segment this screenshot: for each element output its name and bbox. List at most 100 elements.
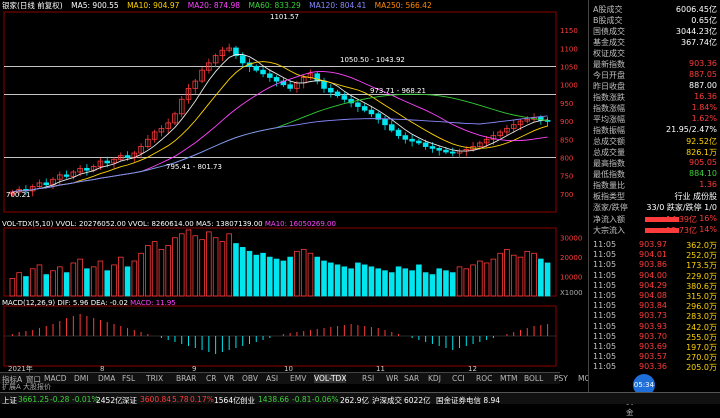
tick-time: 11:05 (593, 270, 617, 280)
tab-item[interactable]: RSI (362, 374, 374, 383)
volume-bar (97, 260, 104, 297)
volume-bar (490, 258, 497, 297)
tick-price: 903.69 (639, 342, 667, 351)
stat-label: 平均涨幅 (593, 115, 625, 124)
volume-tick-label: 30000 (560, 235, 582, 243)
tick-time: 11:05 (593, 352, 617, 362)
tick-time: 11:05 (593, 291, 617, 300)
tab-item[interactable]: DMI (74, 374, 88, 383)
ma20-line (12, 71, 548, 193)
tab-item[interactable]: FSL (122, 374, 135, 383)
candle (321, 80, 327, 89)
tab-item[interactable]: MTM (500, 374, 518, 383)
mid-val: 6022亿 (404, 396, 431, 405)
stat-label: 最高指数 (593, 159, 625, 168)
macd-legend: MACD(12,26,9) DIF: 5.96 DEA: -0.02 MACD:… (2, 300, 176, 307)
main-chart[interactable]: 700 750 800 850 900 950 1000 1050 1100 1150 10000 2… (0, 0, 588, 372)
volume-bar (104, 270, 110, 297)
stat-value: 16.36 (694, 92, 717, 101)
tab-item[interactable]: KDJ (428, 374, 441, 383)
tab-item[interactable]: PSY (554, 374, 568, 383)
volume-bar (246, 250, 253, 297)
volume-bar (355, 262, 361, 297)
cy-pct: -0.06% (312, 395, 339, 404)
stat-value: 3044.23亿 (675, 27, 717, 36)
flow-pct: 16% (699, 214, 717, 223)
tab-item[interactable]: MACD (44, 374, 66, 383)
tick-time: 11:05 (593, 311, 617, 321)
ma250-label: MA250: 566.42 (374, 1, 432, 10)
volume-bar (219, 241, 226, 297)
price-tick-label: 1000 (560, 82, 578, 90)
stat-value: 33/0 跌家/跌停 1/0 (646, 203, 717, 212)
tick-price: 904.01 (639, 250, 667, 260)
chart-title: 银家(日线 前复权) (2, 1, 63, 10)
stat-value: 92.52亿 (686, 137, 717, 146)
tab-item[interactable]: WR (386, 374, 399, 383)
stat-row: 平均涨幅 1.62% (589, 114, 720, 125)
stat-row: 最新指数 903.36 (589, 59, 720, 70)
volume-tick-label: 10000 (560, 274, 582, 282)
candle (239, 55, 246, 64)
volume-bar (524, 250, 531, 297)
candle (328, 87, 334, 93)
volume-bar (145, 245, 151, 297)
volume-bar (388, 272, 395, 297)
stat-label: 最新指数 (593, 60, 625, 69)
sz-name: 深证 (122, 396, 137, 405)
cy-val: 1438.66 (258, 395, 290, 404)
tab-item[interactable]: EMV (290, 374, 306, 383)
volume-bar (192, 235, 199, 297)
candle (409, 138, 415, 142)
vol-legend: VOL-TDX(5,10) VVOL: 20276052.00 VVOL: 82… (2, 221, 336, 228)
volume-bar (368, 266, 375, 297)
tick-price: 903.70 (639, 331, 667, 341)
extra-label[interactable]: 扩展A 大股报价 (2, 384, 51, 391)
candle (43, 182, 50, 186)
sz-val: 3600.84 (140, 395, 172, 404)
x-axis-label: 8 (100, 365, 104, 372)
sz-pct: 0.17% (190, 395, 214, 404)
sh-val: 3661.25 (18, 395, 50, 404)
price-panel-frame (3, 11, 557, 213)
volume-bar (29, 268, 36, 297)
candle (388, 124, 395, 131)
indicator-tabs: 指标A 窗口 MACD DMI DMA FSL TRIX BRAR CR VR OBV ASI EMV V… (0, 372, 688, 417)
tab-item[interactable]: VOL-TDX (314, 374, 347, 383)
volume-bar (307, 252, 314, 297)
tab-item[interactable]: SAR (404, 374, 419, 383)
tab-item[interactable]: BRAR (176, 374, 196, 383)
volume-bar (382, 270, 388, 297)
candle (416, 140, 422, 144)
tab-item[interactable]: ROC (476, 374, 492, 383)
candle (273, 77, 280, 82)
tab-item[interactable]: TRIX (146, 374, 163, 383)
stat-value: 887.05 (689, 70, 717, 79)
tick-price: 903.36 (639, 362, 667, 372)
candle (443, 149, 449, 153)
candle (361, 106, 368, 111)
volume-bar (504, 248, 510, 297)
volume-bar (510, 254, 517, 297)
volume-bar (280, 260, 287, 297)
tab-item[interactable]: DMA (98, 374, 115, 383)
vol-label: VOL-TDX(5,10) VVOL: 20276052.00 VVOL: 82… (2, 220, 263, 228)
stat-row: 指数量比 1.36 (589, 180, 720, 191)
tab-item[interactable]: VR (224, 374, 234, 383)
volume-bar (70, 262, 77, 297)
volume-bar (50, 270, 56, 297)
stat-value: 1.36 (699, 180, 717, 189)
volume-bar (267, 256, 273, 297)
tab-item[interactable]: CR (206, 374, 216, 383)
tab-item[interactable]: CCI (452, 374, 465, 383)
tick-time: 11:05 (593, 301, 617, 311)
stat-label: A股成交 (593, 5, 623, 14)
tab-item[interactable]: BOLL (524, 374, 543, 383)
volume-bar (233, 243, 239, 297)
stat-row: A股成交 6006.45亿 (589, 4, 720, 15)
stat-label: 今日开盘 (593, 71, 625, 80)
tab-item[interactable]: ASI (266, 374, 278, 383)
price-tick-label: 1050 (560, 64, 578, 72)
news-ticker[interactable]: 国金证券电信 8.94 (436, 395, 500, 406)
tab-item[interactable]: OBV (242, 374, 258, 383)
